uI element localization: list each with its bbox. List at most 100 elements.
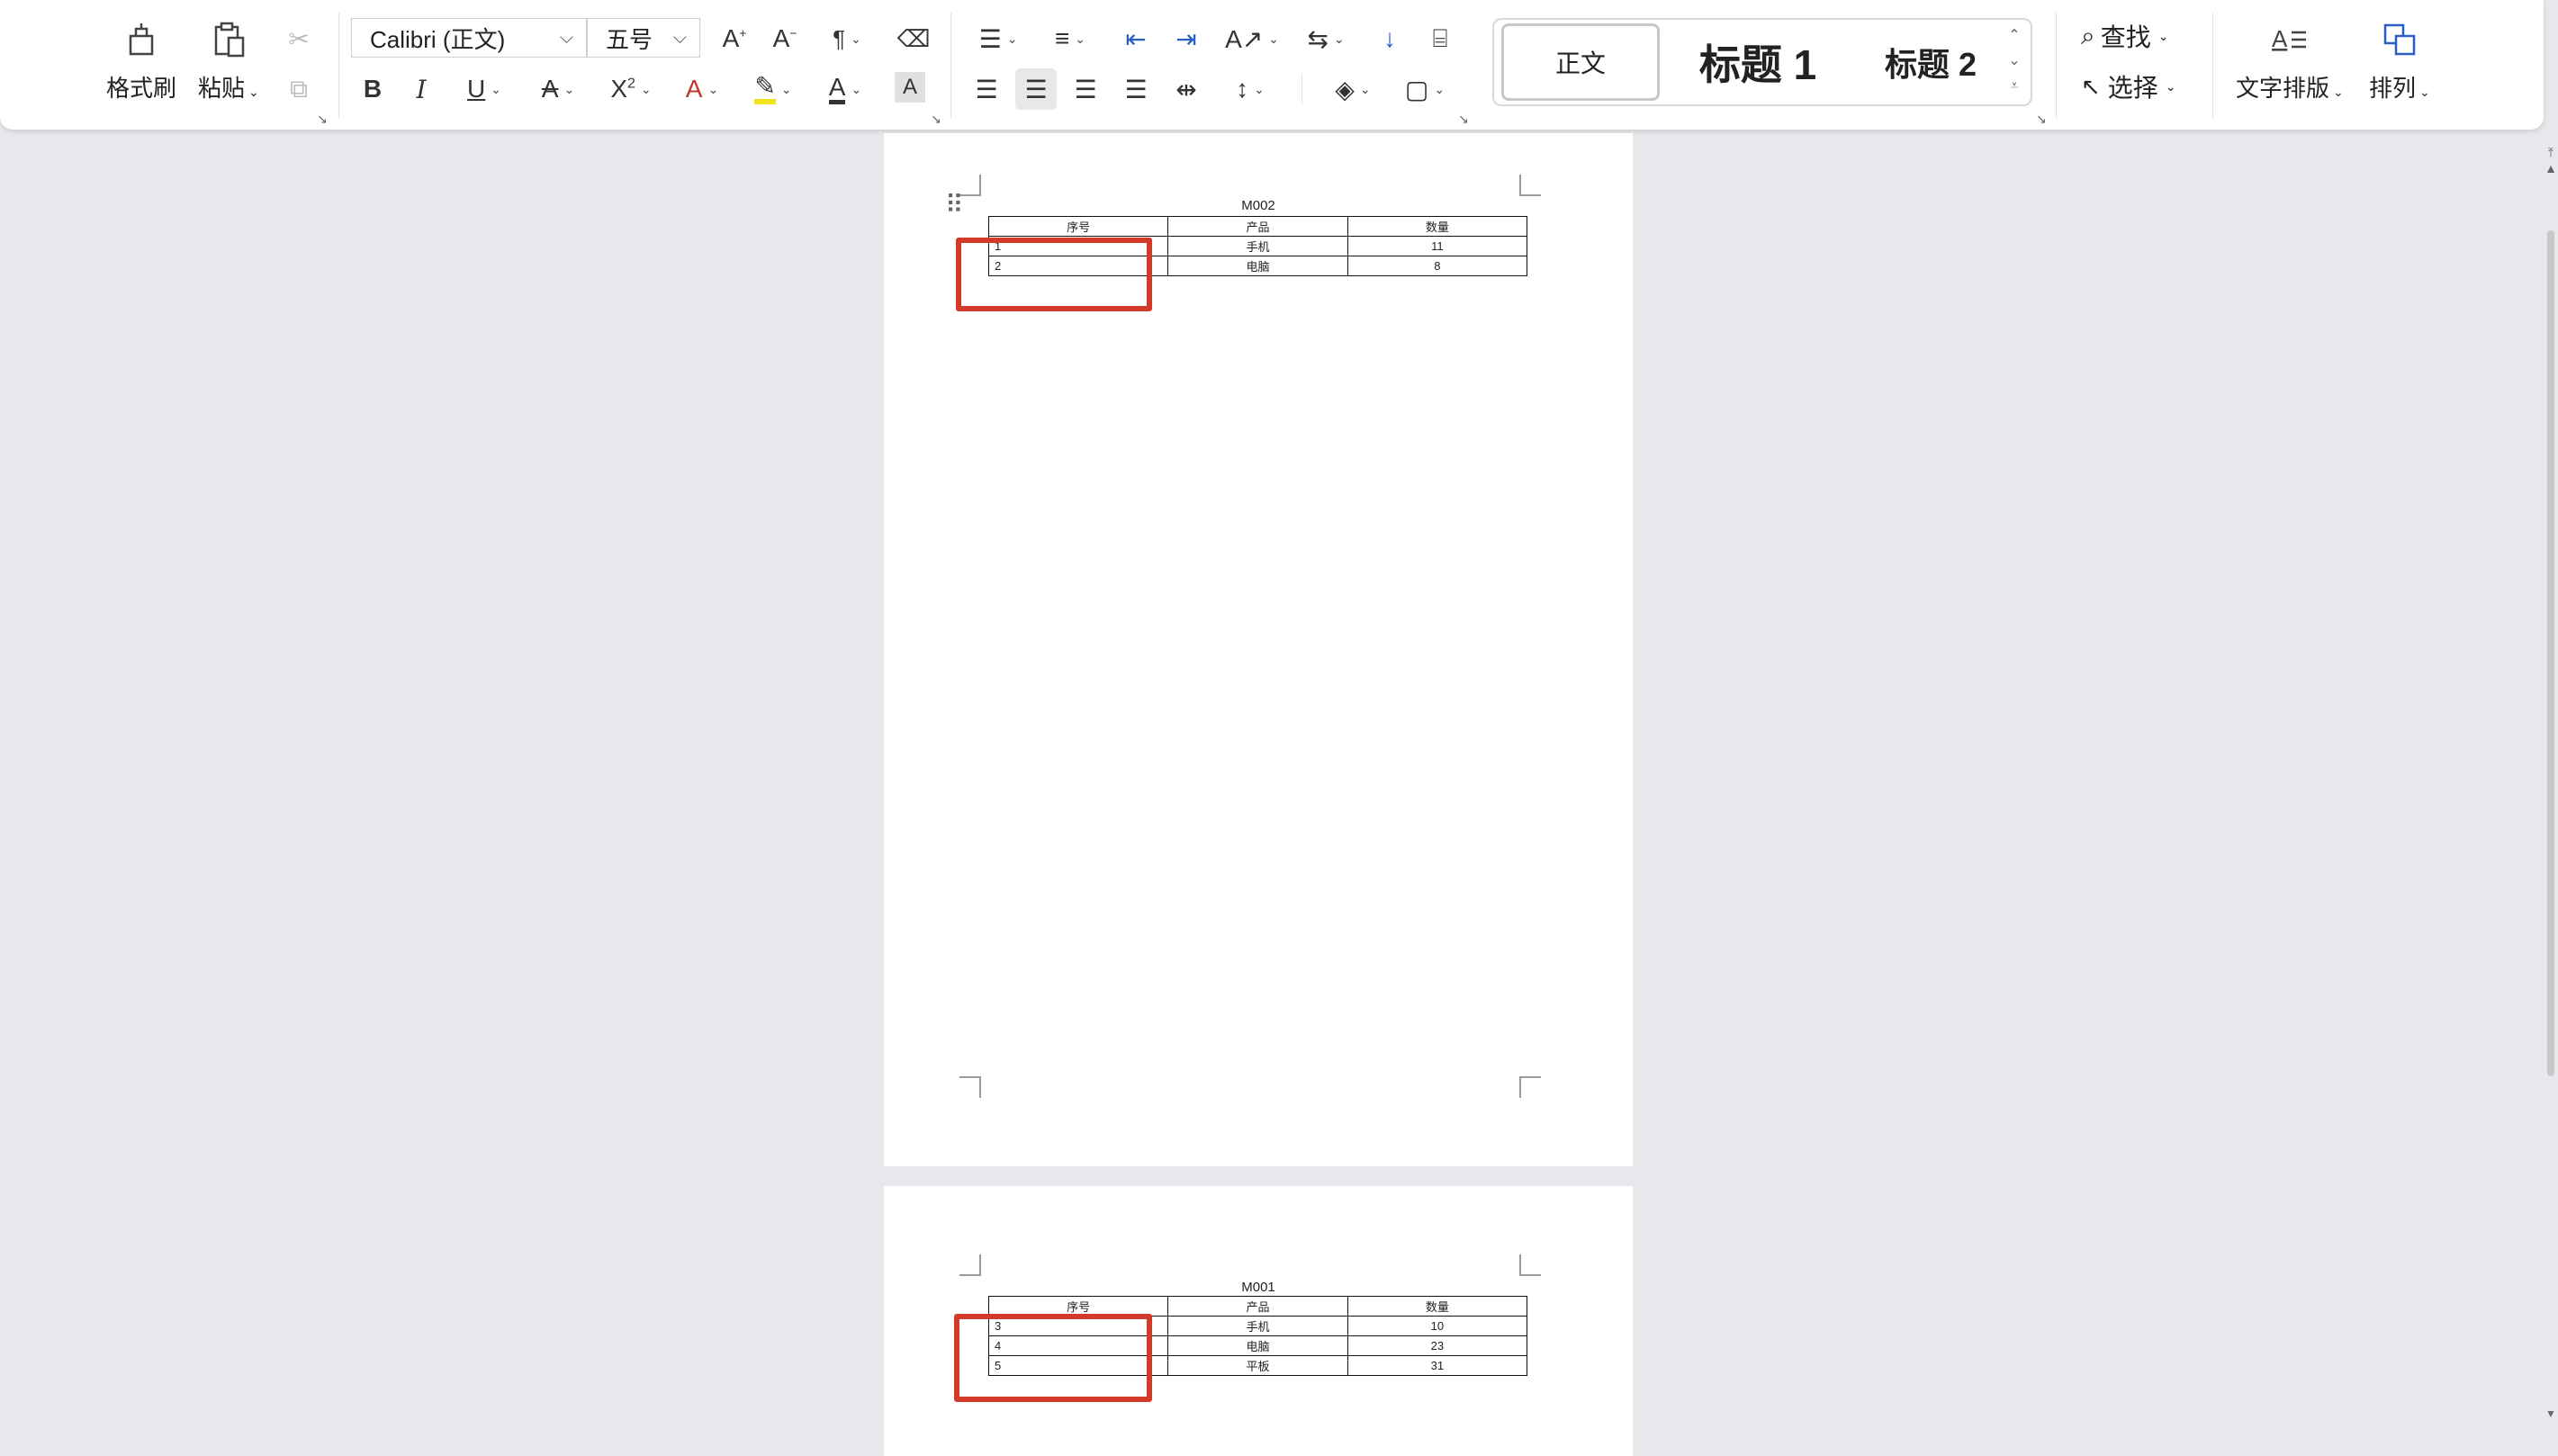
text-layout-button[interactable]: A 文字排版 ⌄ [2236, 16, 2344, 103]
justify-button[interactable]: ☰ [1116, 68, 1156, 110]
style-heading-1[interactable]: 标题 1 [1678, 23, 1838, 101]
arrange-button[interactable]: 排列 ⌄ [2369, 16, 2430, 103]
highlighter-icon: ✎ [754, 74, 776, 104]
header-cell-product[interactable]: 产品 [1167, 1296, 1348, 1317]
text-layout-label: 文字排版 ⌄ [2236, 75, 2344, 102]
style-heading-2[interactable]: 标题 2 [1854, 23, 2007, 101]
cell-qty[interactable]: 23 [1347, 1335, 1528, 1356]
table-title[interactable]: M001 [884, 1280, 1633, 1295]
highlight-color-button[interactable]: ✎ ⌄ [743, 68, 803, 110]
increase-indent-button[interactable]: ⇥ [1166, 18, 1206, 59]
cell-qty[interactable]: 11 [1347, 236, 1528, 256]
select-button[interactable]: ↖ 选择 ⌄ [2081, 68, 2176, 104]
chevron-down-icon: ⌵ [672, 28, 687, 48]
table-header-row: 序号 产品 数量 [987, 216, 1528, 237]
paste-button[interactable]: 粘贴 ⌄ [198, 16, 259, 103]
align-left-icon: ☰ [975, 75, 998, 103]
select-label: 选择 [2107, 74, 2158, 102]
arrange-label: 排列 ⌄ [2369, 75, 2430, 102]
sort-icon: ↓ [1383, 24, 1396, 52]
clipboard-dialog-launcher[interactable]: ↘ [317, 112, 328, 127]
svg-text:A: A [2272, 25, 2288, 52]
text-flow-button[interactable]: ⇆ ⌄ [1296, 18, 1356, 59]
cell-qty[interactable]: 10 [1347, 1316, 1528, 1336]
scrollbar-thumb[interactable] [2547, 230, 2554, 1076]
cell-product[interactable]: 电脑 [1167, 256, 1348, 276]
cut-button[interactable]: ✂ [279, 18, 319, 59]
line-spacing-button[interactable]: ↕ ⌄ [1220, 68, 1280, 110]
cell-qty[interactable]: 8 [1347, 256, 1528, 276]
show-marks-button[interactable]: ⌸ [1420, 18, 1460, 59]
style-normal[interactable]: 正文 [1501, 23, 1660, 101]
distribute-icon: ⇹ [1175, 75, 1197, 103]
paragraph-dialog-launcher[interactable]: ↘ [1458, 112, 1469, 127]
numbered-list-button[interactable]: ≡ ⌄ [1040, 18, 1100, 59]
numbered-list-icon: ≡ [1054, 24, 1070, 52]
borders-button[interactable]: ▢ ⌄ [1395, 68, 1455, 110]
font-color-icon: A [828, 74, 846, 104]
cell-product[interactable]: 平板 [1167, 1355, 1348, 1376]
clear-format-button[interactable]: ⌫ [893, 18, 934, 59]
character-shading-button[interactable]: A [895, 72, 925, 103]
align-right-button[interactable]: ☰ [1066, 68, 1105, 110]
font-size-select[interactable]: 五号 ⌵ [587, 18, 700, 58]
distribute-button[interactable]: ⇹ [1166, 68, 1206, 110]
document-page-1: ⠿ M002 序号 产品 数量 1 手机 11 2 电脑 8 [884, 133, 1633, 1166]
table-title[interactable]: M002 [884, 198, 1633, 213]
styles-gallery: 正文 标题 1 标题 2 ⌃ ⌄ ⩡ [1492, 18, 2032, 106]
text-effect-button[interactable]: A ⌄ [673, 68, 731, 110]
paste-label: 粘贴 ⌄ [198, 75, 259, 102]
expand-gallery-icon[interactable]: ⩡ [2005, 74, 2023, 99]
cell-product[interactable]: 手机 [1167, 1316, 1348, 1336]
superscript-button[interactable]: X2 ⌄ [601, 68, 661, 110]
group-divider [338, 13, 339, 119]
vertical-scrollbar[interactable]: ⤒ ▲ ▼ [2544, 135, 2558, 1425]
find-button[interactable]: ⌕ 查找 ⌄ [2081, 18, 2168, 54]
grow-font-button[interactable]: A+ [715, 18, 754, 59]
styles-scroll-controls[interactable]: ⌃ ⌄ ⩡ [2005, 23, 2023, 99]
chevron-down-icon: ⌵ [559, 28, 573, 48]
styles-dialog-launcher[interactable]: ↘ [2036, 112, 2047, 127]
ribbon-toolbar: 格式刷 粘贴 ⌄ ✂ ⧉ ↘ Calibri (正文) ⌵ 五号 ⌵ A+ A− … [0, 0, 2544, 130]
format-painter-button[interactable]: 格式刷 [106, 16, 176, 103]
copy-button[interactable]: ⧉ [279, 68, 319, 110]
scroll-up-icon[interactable]: ⤒ ▲ [2544, 144, 2558, 176]
line-spacing-icon: ↕ [1236, 75, 1249, 103]
eraser-icon: ⌫ [896, 24, 931, 52]
align-center-button[interactable]: ☰ [1015, 68, 1057, 110]
bullet-list-icon: ☰ [978, 24, 1002, 53]
align-left-button[interactable]: ☰ [967, 68, 1006, 110]
decrease-indent-icon: ⇤ [1125, 24, 1147, 53]
cell-qty[interactable]: 31 [1347, 1355, 1528, 1376]
header-cell-qty[interactable]: 数量 [1347, 1296, 1528, 1317]
font-color-button[interactable]: A ⌄ [815, 68, 875, 110]
underline-button[interactable]: U ⌄ [455, 68, 513, 110]
character-shading-icon: A [902, 75, 917, 99]
header-cell-product[interactable]: 产品 [1167, 216, 1348, 237]
scroll-down-icon[interactable]: ⌄ [2005, 49, 2023, 74]
italic-button[interactable]: I [401, 68, 441, 110]
font-dialog-launcher[interactable]: ↘ [931, 112, 941, 127]
bold-button[interactable]: B [353, 68, 392, 110]
sort-button[interactable]: ↓ [1370, 18, 1410, 59]
cell-product[interactable]: 手机 [1167, 236, 1348, 256]
shading-button[interactable]: ◈ ⌄ [1323, 68, 1383, 110]
font-family-select[interactable]: Calibri (正文) ⌵ [351, 18, 587, 58]
shrink-font-button[interactable]: A− [765, 18, 805, 59]
decrease-indent-button[interactable]: ⇤ [1116, 18, 1156, 59]
strikethrough-button[interactable]: A ⌄ [529, 68, 587, 110]
scissors-icon: ✂ [288, 24, 310, 53]
justify-icon: ☰ [1124, 75, 1148, 103]
grow-font-icon: A+ [722, 24, 747, 52]
scroll-down-icon[interactable]: ▼ [2544, 1407, 2558, 1420]
text-direction-button[interactable]: A↗ ⌄ [1220, 18, 1284, 59]
group-divider [2056, 13, 2057, 119]
header-cell-no[interactable]: 序号 [987, 216, 1169, 237]
borders-icon: ▢ [1404, 75, 1429, 103]
group-divider [950, 13, 951, 119]
bullet-list-button[interactable]: ☰ ⌄ [968, 18, 1028, 59]
header-cell-qty[interactable]: 数量 [1347, 216, 1528, 237]
phonetic-guide-button[interactable]: ¶ ⌄ [815, 18, 878, 59]
scroll-up-icon[interactable]: ⌃ [2005, 23, 2023, 49]
cell-product[interactable]: 电脑 [1167, 1335, 1348, 1356]
